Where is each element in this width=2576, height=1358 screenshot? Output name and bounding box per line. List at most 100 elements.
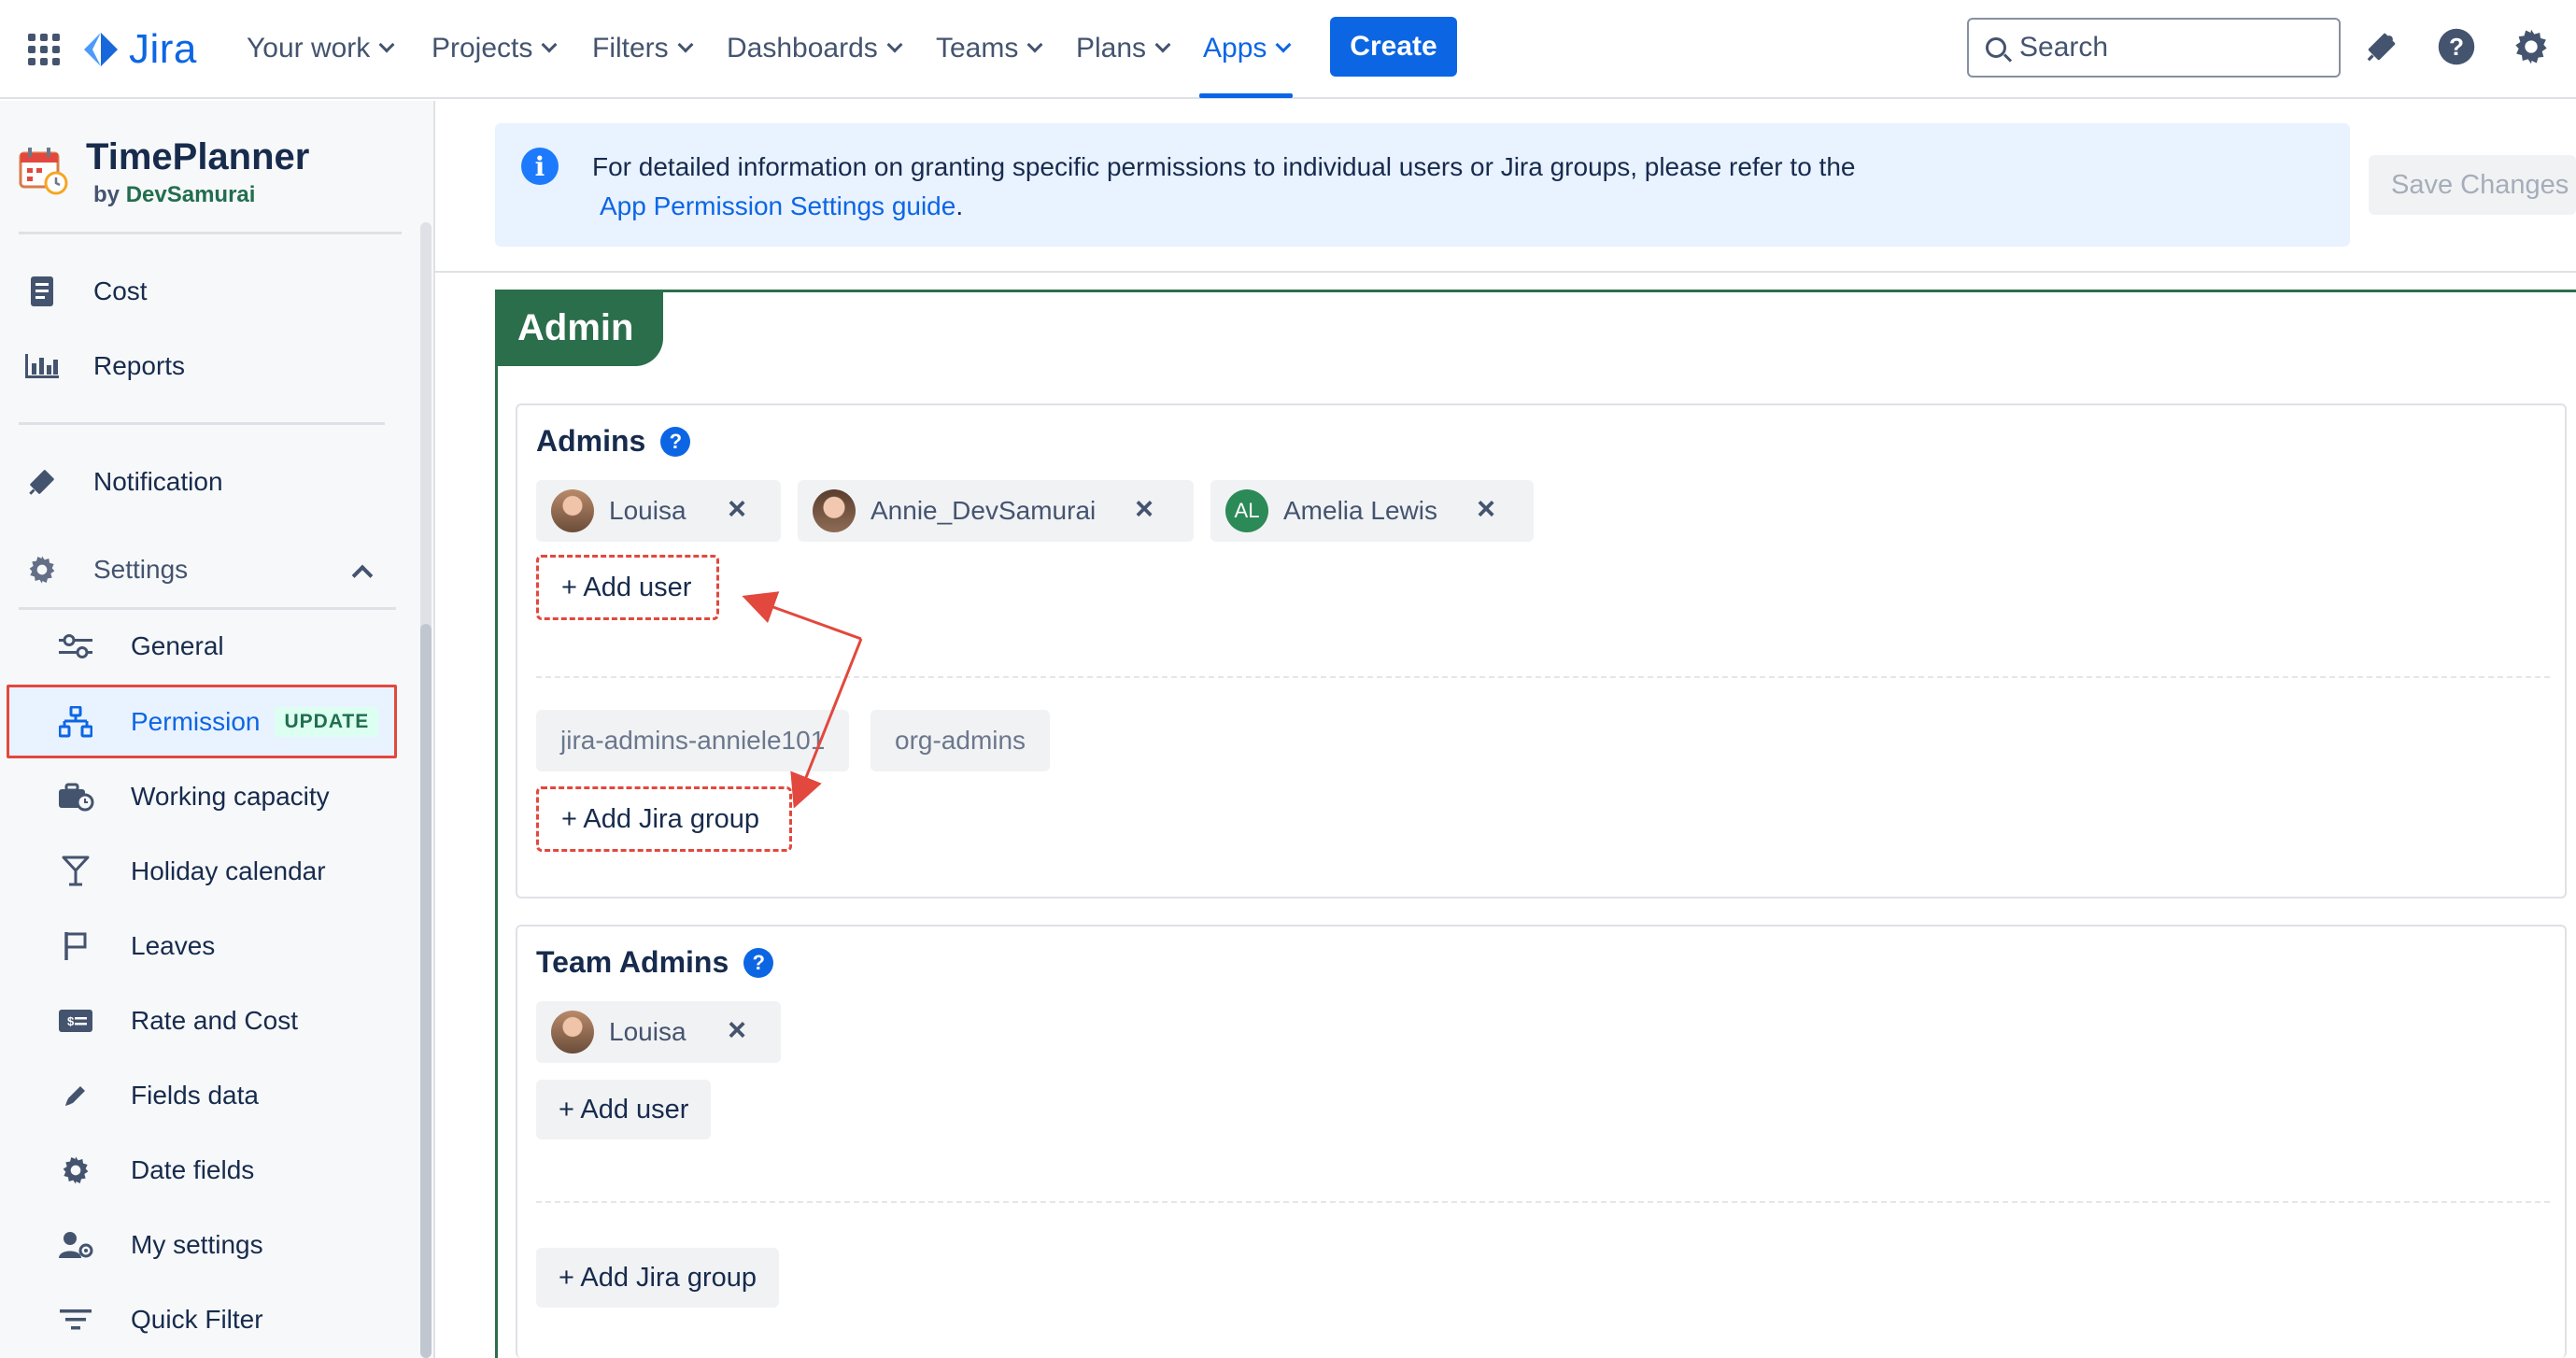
nav-label: Apps	[1203, 33, 1267, 64]
glass-icon	[52, 856, 99, 887]
sidebar-item-label: General	[131, 631, 224, 660]
sidebar-item-reports[interactable]: Reports	[0, 336, 411, 396]
search-placeholder: Search	[2019, 32, 2109, 63]
sidebar-item-fields-data[interactable]: Fields data	[0, 1066, 411, 1125]
sidebar-item-general[interactable]: General	[0, 616, 411, 676]
chevron-down-icon	[1026, 36, 1043, 53]
info-icon: i	[521, 148, 559, 185]
remove-icon[interactable]: ×	[1472, 491, 1500, 527]
sidebar-item-label: Rate and Cost	[131, 1006, 298, 1035]
sidebar-item-label: Holiday calendar	[131, 856, 326, 885]
nav-projects[interactable]: Projects	[432, 28, 558, 69]
document-icon	[19, 276, 65, 307]
nav-your-work[interactable]: Your work	[247, 28, 395, 69]
user-chip: Annie_DevSamurai ×	[798, 480, 1194, 542]
nav-filters[interactable]: Filters	[592, 28, 694, 69]
chevron-down-icon	[1154, 36, 1171, 53]
section-separator	[536, 676, 2550, 678]
sidebar-divider	[19, 422, 385, 425]
content-divider	[435, 271, 2576, 273]
nav-label: Projects	[432, 33, 533, 64]
sidebar-item-leaves[interactable]: Leaves	[0, 916, 411, 976]
chevron-down-icon	[886, 36, 903, 53]
user-name: Louisa	[609, 1017, 686, 1046]
chevron-down-icon	[541, 36, 558, 53]
add-jira-group-button[interactable]: + Add Jira group	[536, 786, 792, 852]
team-admins-card: Team Admins ? Louisa × + Add user + Add …	[516, 925, 2567, 1358]
admin-tab: Admin	[495, 290, 663, 366]
help-icon[interactable]: ?	[660, 426, 691, 457]
add-jira-group-button[interactable]: + Add Jira group	[536, 1248, 780, 1308]
nav-teams[interactable]: Teams	[936, 28, 1043, 69]
notifications-icon[interactable]	[2361, 26, 2402, 67]
info-link-suffix: .	[955, 191, 964, 220]
info-banner-text: For detailed information on granting spe…	[592, 148, 1855, 226]
nav-apps[interactable]: Apps	[1203, 28, 1292, 69]
sidebar-item-label: Settings	[93, 555, 189, 584]
remove-icon[interactable]: ×	[1130, 491, 1158, 527]
settings-icon[interactable]	[2511, 26, 2552, 67]
add-user-button[interactable]: + Add user	[536, 555, 719, 620]
chevron-down-icon	[1275, 36, 1292, 53]
remove-icon[interactable]: ×	[723, 1012, 751, 1048]
sidebar-item-permission[interactable]: Permission UPDATE	[0, 692, 411, 752]
add-user-button[interactable]: + Add user	[536, 1080, 712, 1139]
sliders-icon	[52, 633, 99, 659]
sidebar-item-notification[interactable]: Notification	[0, 452, 411, 512]
help-icon[interactable]: ?	[743, 947, 774, 978]
jira-logo-text: Jira	[129, 26, 197, 72]
jira-logo[interactable]: Jira	[82, 24, 197, 75]
gear-icon	[52, 1155, 99, 1185]
create-button[interactable]: Create	[1330, 17, 1457, 77]
sidebar-item-rate-and-cost[interactable]: $ Rate and Cost	[0, 991, 411, 1051]
save-changes-button[interactable]: Save Changes	[2369, 155, 2576, 215]
nav-plans[interactable]: Plans	[1076, 28, 1171, 69]
brand-title: TimePlanner	[86, 136, 310, 177]
brand-text: TimePlanner by DevSamurai	[86, 136, 309, 208]
help-icon[interactable]: ?	[2436, 26, 2477, 67]
user-chip: AL Amelia Lewis ×	[1210, 480, 1534, 542]
active-nav-indicator	[1199, 93, 1293, 98]
avatar: AL	[1225, 489, 1268, 532]
chevron-down-icon	[677, 36, 694, 53]
gear-icon	[19, 555, 65, 585]
search-input[interactable]: Search	[1967, 18, 2341, 78]
remove-icon[interactable]: ×	[723, 491, 751, 527]
flag-icon	[52, 930, 99, 962]
svg-text:$: $	[67, 1014, 75, 1028]
sidebar-item-holiday-calendar[interactable]: Holiday calendar	[0, 842, 411, 901]
info-banner: i For detailed information on granting s…	[495, 123, 2350, 247]
sidebar-item-date-fields[interactable]: Date fields	[0, 1140, 411, 1200]
sidebar-item-label: Permission	[131, 707, 261, 736]
card-title-text: Team Admins	[536, 945, 729, 979]
sidebar-item-settings[interactable]: Settings	[0, 540, 411, 600]
sidebar-item-my-settings[interactable]: My settings	[0, 1215, 411, 1275]
sidebar-item-label: My settings	[131, 1230, 263, 1259]
sidebar-item-label: Quick Filter	[131, 1305, 263, 1334]
sidebar-item-label: Working capacity	[131, 782, 330, 811]
sidebar-scrollbar-thumb[interactable]	[420, 624, 432, 1358]
update-badge: UPDATE	[275, 707, 379, 737]
user-gear-icon	[52, 1230, 99, 1260]
permission-guide-link[interactable]: App Permission Settings guide	[600, 191, 955, 220]
user-chip: Louisa ×	[536, 480, 781, 542]
search-icon	[1986, 37, 2006, 58]
sidebar-item-label: Fields data	[131, 1081, 259, 1110]
card-title-text: Admins	[536, 424, 646, 458]
jira-mark-icon	[84, 33, 118, 66]
sidebar-item-quick-filter[interactable]: Quick Filter	[0, 1290, 411, 1350]
sidebar-item-cost[interactable]: Cost	[0, 262, 411, 321]
megaphone-icon	[19, 466, 65, 498]
brand-author: DevSamurai	[125, 182, 256, 207]
user-name: Louisa	[609, 496, 686, 525]
nav-dashboards[interactable]: Dashboards	[727, 28, 903, 69]
sidebar-item-label: Leaves	[131, 931, 216, 960]
user-name: Annie_DevSamurai	[870, 496, 1097, 525]
calendar-clock-icon	[19, 148, 68, 195]
nav-label: Dashboards	[727, 33, 878, 64]
app-switcher-icon[interactable]	[28, 34, 60, 65]
user-chip: Louisa ×	[536, 1001, 781, 1063]
money-card-icon: $	[52, 1009, 99, 1033]
app-brand[interactable]: TimePlanner by DevSamurai	[19, 136, 309, 208]
sidebar-item-working-capacity[interactable]: Working capacity	[0, 767, 411, 827]
